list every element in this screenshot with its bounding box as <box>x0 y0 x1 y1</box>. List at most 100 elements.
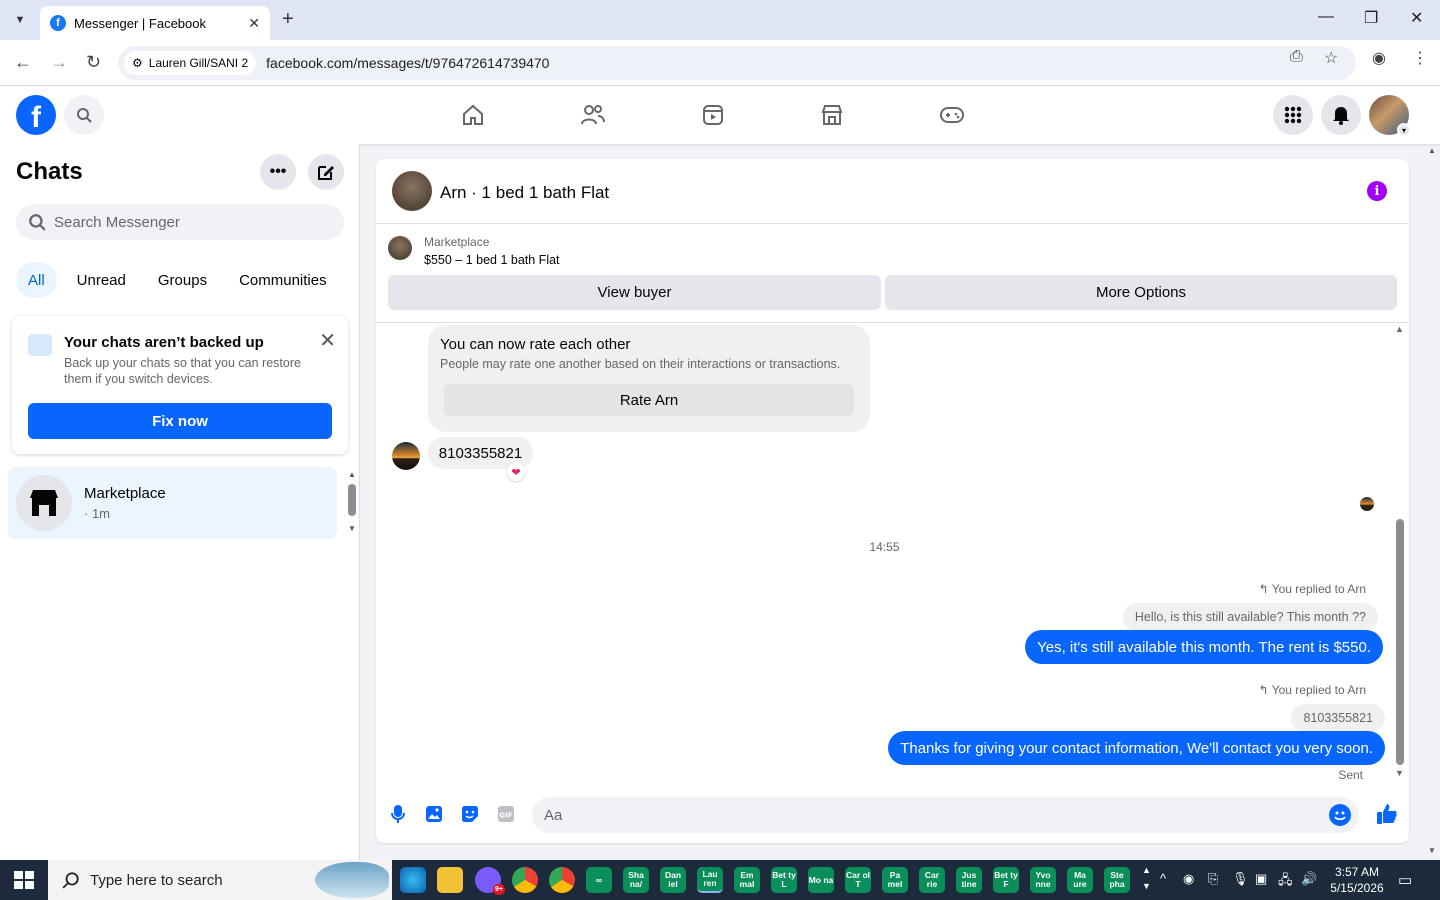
taskbar-app-daniel[interactable]: Dan iel <box>660 867 686 893</box>
scroll-up-icon[interactable]: ▲ <box>1395 324 1404 334</box>
network-icon[interactable]: 🖧 <box>1278 871 1293 893</box>
taskbar-app-betty-f[interactable]: Bet ty F <box>993 867 1019 893</box>
scroll-up-icon[interactable]: ▲ <box>348 470 356 479</box>
bookmark-star-icon[interactable]: ☆ <box>1324 48 1338 68</box>
profile-icon[interactable]: ◉ <box>1372 48 1386 68</box>
backup-close-icon[interactable]: ✕ <box>319 328 336 353</box>
filter-groups[interactable]: Groups <box>146 262 219 298</box>
taskbar-app-mona[interactable]: Mo na <box>808 867 834 893</box>
filter-communities[interactable]: Communities <box>227 262 339 298</box>
marketplace-icon[interactable] <box>818 101 846 129</box>
new-message-icon[interactable] <box>308 154 344 190</box>
emoji-icon[interactable] <box>1329 804 1351 826</box>
notifications-bell-icon[interactable] <box>1321 95 1361 135</box>
taskbar-app-betty-l[interactable]: Bet ty L <box>771 867 797 893</box>
new-tab-icon[interactable]: + <box>282 8 294 31</box>
listing-thumbnail[interactable] <box>388 236 412 260</box>
scroll-thumb[interactable] <box>1396 519 1404 765</box>
omnibox[interactable]: ⚙ Lauren Gill/SANI 2 facebook.com/messag… <box>118 46 1356 80</box>
friends-icon[interactable] <box>579 101 607 129</box>
facebook-logo-icon[interactable]: f <box>16 95 56 135</box>
notification-center-icon[interactable]: ▭ <box>1398 871 1412 889</box>
message-input[interactable]: Aa <box>532 797 1359 833</box>
filter-unread[interactable]: Unread <box>65 262 138 298</box>
minimize-icon[interactable]: — <box>1318 8 1334 26</box>
microphone-icon[interactable] <box>388 804 408 824</box>
chat-app-icon[interactable]: 9+ <box>475 867 505 895</box>
view-buyer-button[interactable]: View buyer <box>388 275 881 310</box>
edge-browser-icon[interactable] <box>400 867 426 893</box>
search-highlight-whale-icon[interactable] <box>315 862 389 898</box>
url-text[interactable]: facebook.com/messages/t/976472614739470 <box>266 55 549 71</box>
gaming-icon[interactable] <box>938 101 966 129</box>
taskbar-app-justine[interactable]: Jus tine <box>956 867 982 893</box>
link-app-icon[interactable]: ∞ <box>586 867 612 893</box>
taskbar-app-maure[interactable]: Ma ure <box>1067 867 1093 893</box>
conversation-scrollbar[interactable]: ▲ ▼ <box>1393 324 1407 784</box>
chat-list-item[interactable]: Marketplace · 1m <box>8 467 337 539</box>
taskbar-app-yvonne[interactable]: Yvo nne <box>1030 867 1056 893</box>
more-options-button[interactable]: More Options <box>885 275 1397 310</box>
windows-start-icon[interactable] <box>14 871 34 889</box>
tab-close-icon[interactable]: ✕ <box>248 15 260 32</box>
record-icon[interactable]: ◉ <box>1183 871 1194 887</box>
gif-icon[interactable]: GIF <box>496 804 516 824</box>
rate-button[interactable]: Rate Arn <box>444 384 854 416</box>
scroll-thumb[interactable] <box>348 484 356 516</box>
browser-tab[interactable]: f Messenger | Facebook ✕ <box>40 6 270 40</box>
page-scroll-down-icon[interactable]: ▼ <box>1428 846 1436 855</box>
taskbar-app-lauren[interactable]: Lau ren <box>697 867 723 893</box>
sidebar-scrollbar[interactable]: ▲ ▼ <box>346 470 358 534</box>
scroll-down-icon[interactable]: ▼ <box>1395 768 1404 778</box>
photo-icon[interactable] <box>424 804 444 824</box>
menu-dots-icon[interactable]: ⋮ <box>1412 48 1428 68</box>
account-avatar[interactable]: ▾ <box>1369 95 1411 137</box>
tab-search-icon[interactable]: ▼ <box>8 8 32 32</box>
sticker-icon[interactable] <box>460 804 480 824</box>
listing-title[interactable]: $550 – 1 bed 1 bath Flat <box>424 253 560 267</box>
outgoing-message[interactable]: Thanks for giving your contact informati… <box>888 731 1385 765</box>
volume-icon[interactable]: 🔊 <box>1301 871 1317 887</box>
site-info-chip[interactable]: ⚙ Lauren Gill/SANI 2 <box>124 51 257 75</box>
page-scroll-up-icon[interactable]: ▲ <box>1428 146 1436 155</box>
fix-now-button[interactable]: Fix now <box>28 403 332 439</box>
quoted-message[interactable]: Hello, is this still available? This mon… <box>1122 603 1378 631</box>
close-window-icon[interactable]: ✕ <box>1410 8 1423 28</box>
reload-icon[interactable]: ↻ <box>86 52 101 73</box>
forward-icon[interactable]: → <box>50 52 68 73</box>
menu-grid-icon[interactable] <box>1273 95 1313 135</box>
microphone-tray-icon[interactable]: 🎙 <box>1232 871 1249 887</box>
facebook-search-icon[interactable] <box>64 95 104 135</box>
contact-avatar[interactable] <box>392 171 432 211</box>
outgoing-message[interactable]: Yes, it's still available this month. Th… <box>1025 630 1383 664</box>
show-hidden-icons-icon[interactable]: ^ <box>1160 871 1166 886</box>
messenger-search-input[interactable]: Search Messenger <box>16 204 344 240</box>
like-thumb-icon[interactable] <box>1375 802 1399 826</box>
info-icon[interactable]: i <box>1367 181 1387 201</box>
install-app-icon[interactable]: ⎙ <box>1290 48 1303 66</box>
display-icon[interactable]: ▣ <box>1255 871 1267 887</box>
chrome-profile-icon[interactable] <box>549 867 575 893</box>
taskbar-app-pamel[interactable]: Pa mel <box>882 867 908 893</box>
taskbar-app-carol-t[interactable]: Car ol T <box>845 867 871 893</box>
quoted-message[interactable]: 8103355821 <box>1291 704 1385 732</box>
chrome-icon[interactable] <box>512 867 538 893</box>
video-icon[interactable] <box>699 101 727 129</box>
sender-avatar[interactable] <box>392 442 420 470</box>
chat-options-icon[interactable]: ••• <box>260 154 296 190</box>
meet-now-icon[interactable]: ⎘ <box>1208 871 1218 887</box>
taskbar-app-emmal[interactable]: Em mal <box>734 867 760 893</box>
file-explorer-icon[interactable] <box>437 867 463 893</box>
scroll-down-icon[interactable]: ▼ <box>348 524 356 533</box>
taskbar-app-shana[interactable]: Sha na/ <box>623 867 649 893</box>
back-icon[interactable]: ← <box>14 52 32 73</box>
heart-reaction-icon[interactable]: ❤ <box>507 463 525 481</box>
taskbar-clock[interactable]: 3:57 AM 5/15/2026 <box>1322 864 1392 896</box>
taskbar-scroll-icon[interactable]: ▲ ▼ <box>1142 862 1151 894</box>
taskbar-app-carrie[interactable]: Car rie <box>919 867 945 893</box>
filter-all[interactable]: All <box>16 262 57 298</box>
conversation-title[interactable]: Arn · 1 bed 1 bath Flat <box>440 183 609 203</box>
restore-icon[interactable]: ❐ <box>1364 8 1378 28</box>
home-icon[interactable] <box>459 101 487 129</box>
taskbar-app-stepha[interactable]: Ste pha <box>1104 867 1130 893</box>
